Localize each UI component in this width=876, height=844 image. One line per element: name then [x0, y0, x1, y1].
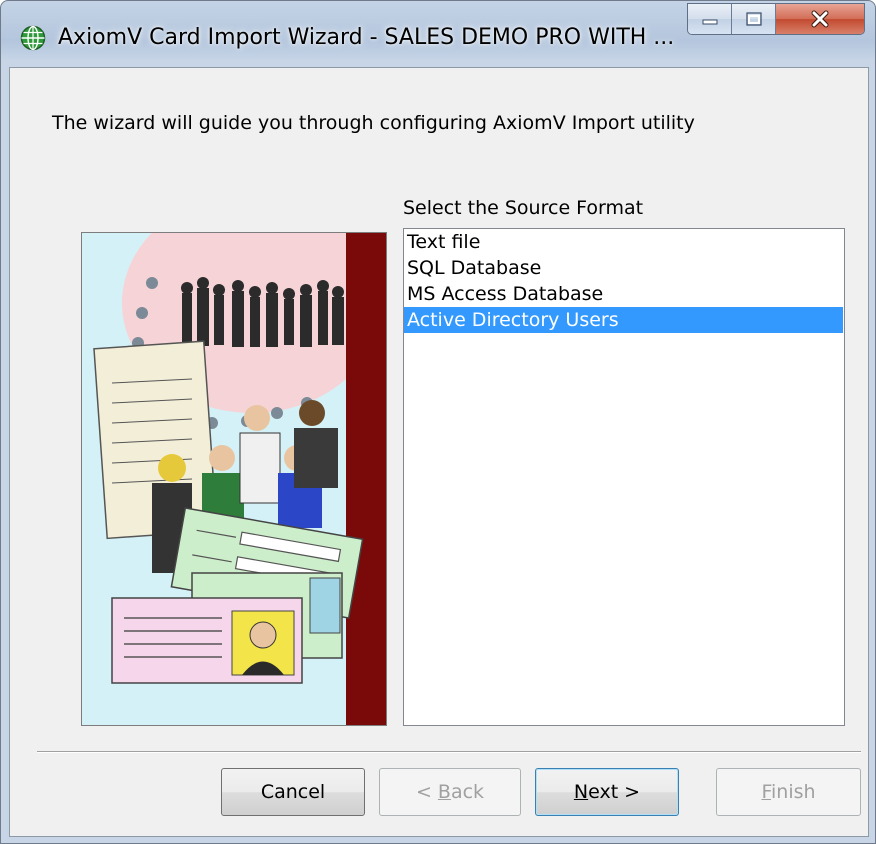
back-access-key: B	[437, 781, 451, 803]
source-format-list[interactable]: Text file SQL Database MS Access Databas…	[403, 228, 845, 726]
finish-button-label: Finish	[761, 781, 815, 803]
caption-buttons	[687, 3, 865, 35]
list-item-active-directory-users[interactable]: Active Directory Users	[404, 307, 843, 333]
maximize-button[interactable]	[732, 4, 776, 34]
back-button-label: < Back	[416, 781, 484, 803]
next-label-rest: ext >	[588, 781, 641, 803]
intro-text: The wizard will guide you through config…	[52, 112, 695, 134]
back-button[interactable]: < Back	[379, 768, 521, 816]
minimize-icon	[702, 19, 717, 25]
list-item-sql-database[interactable]: SQL Database	[404, 255, 844, 281]
wizard-illustration	[81, 232, 387, 726]
next-button[interactable]: Next >	[535, 768, 679, 816]
wizard-body: The wizard will guide you through config…	[9, 67, 869, 837]
button-separator	[37, 751, 861, 753]
cancel-button-label: Cancel	[260, 781, 326, 803]
finish-label-rest: inish	[771, 781, 816, 803]
close-icon	[811, 10, 829, 28]
back-arrow: <	[415, 781, 438, 803]
finish-access-key: F	[761, 781, 771, 803]
minimize-button[interactable]	[688, 4, 732, 34]
wizard-window: AxiomV Card Import Wizard - SALES DEMO P…	[0, 0, 876, 844]
cancel-button[interactable]: Cancel	[221, 768, 365, 816]
next-button-label: Next >	[574, 781, 640, 803]
close-button[interactable]	[776, 4, 864, 34]
globe-icon	[20, 25, 46, 51]
list-item-ms-access-database[interactable]: MS Access Database	[404, 281, 844, 307]
finish-button[interactable]: Finish	[716, 768, 861, 816]
next-access-key: N	[573, 781, 589, 803]
people-id-card-illustration	[82, 233, 386, 725]
source-format-label: Select the Source Format	[403, 197, 644, 219]
title-bar[interactable]: AxiomV Card Import Wizard - SALES DEMO P…	[1, 1, 875, 67]
back-label-rest: ack	[450, 781, 485, 803]
window-title: AxiomV Card Import Wizard - SALES DEMO P…	[58, 25, 675, 50]
maximize-icon	[745, 12, 762, 26]
list-item-text-file[interactable]: Text file	[404, 229, 844, 255]
